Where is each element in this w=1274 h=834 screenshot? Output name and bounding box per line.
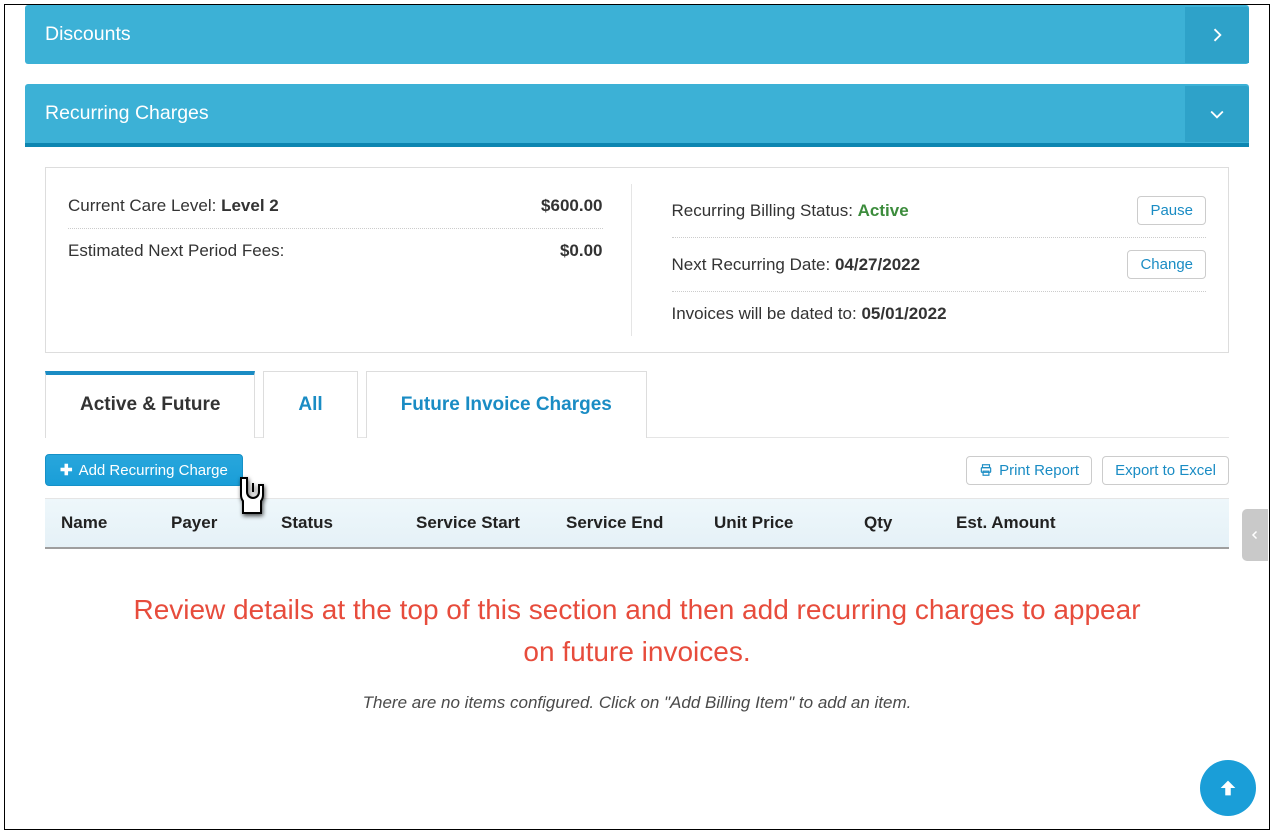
chevron-down-icon [1185, 86, 1249, 142]
scroll-top-fab[interactable] [1200, 760, 1256, 816]
next-date-row: Next Recurring Date: 04/27/2022 Change [672, 238, 1207, 292]
tab-active-future[interactable]: Active & Future [45, 371, 255, 438]
recurring-body: Current Care Level: Level 2 $600.00 Esti… [25, 143, 1249, 773]
export-excel-button[interactable]: Export to Excel [1102, 456, 1229, 485]
col-service-end: Service End [566, 513, 714, 533]
print-icon [979, 463, 993, 477]
col-payer: Payer [171, 513, 281, 533]
tab-future-invoice[interactable]: Future Invoice Charges [366, 371, 647, 438]
est-fees-label: Estimated Next Period Fees: [68, 241, 284, 261]
summary-right: Recurring Billing Status: Active Pause N… [672, 184, 1207, 336]
summary-box: Current Care Level: Level 2 $600.00 Esti… [45, 167, 1229, 353]
pause-button[interactable]: Pause [1137, 196, 1206, 225]
next-date-label: Next Recurring Date: 04/27/2022 [672, 255, 921, 275]
invoice-date-row: Invoices will be dated to: 05/01/2022 [672, 292, 1207, 336]
recurring-panel: Recurring Charges Current Care Level: Le… [25, 84, 1249, 773]
est-fees-row: Estimated Next Period Fees: $0.00 [68, 229, 603, 273]
discounts-title: Discounts [45, 23, 131, 46]
col-unit-price: Unit Price [714, 513, 864, 533]
invoice-date-label: Invoices will be dated to: 05/01/2022 [672, 304, 947, 324]
tabs: Active & Future All Future Invoice Charg… [45, 371, 1229, 438]
summary-left: Current Care Level: Level 2 $600.00 Esti… [68, 184, 632, 336]
care-level-label: Current Care Level: Level 2 [68, 196, 279, 216]
col-est-amount: Est. Amount [956, 513, 1213, 533]
care-level-row: Current Care Level: Level 2 $600.00 [68, 184, 603, 229]
plus-icon: ✚ [60, 461, 73, 479]
add-recurring-charge-button[interactable]: ✚ Add Recurring Charge [45, 454, 243, 486]
discounts-panel: Discounts [25, 5, 1249, 64]
tab-all[interactable]: All [263, 371, 357, 438]
col-qty: Qty [864, 513, 956, 533]
col-status: Status [281, 513, 416, 533]
chevron-right-icon [1185, 7, 1249, 63]
change-button[interactable]: Change [1127, 250, 1206, 279]
recurring-title: Recurring Charges [45, 102, 209, 125]
table-header: Name Payer Status Service Start Service … [45, 499, 1229, 549]
instruction-callout: Review details at the top of this sectio… [45, 549, 1229, 685]
recurring-header[interactable]: Recurring Charges [25, 84, 1249, 143]
billing-status-row: Recurring Billing Status: Active Pause [672, 184, 1207, 238]
est-fees-amount: $0.00 [560, 241, 603, 261]
print-report-button[interactable]: Print Report [966, 456, 1092, 485]
col-service-start: Service Start [416, 513, 566, 533]
discounts-header[interactable]: Discounts [25, 5, 1249, 64]
care-level-amount: $600.00 [541, 196, 602, 216]
side-tab[interactable] [1242, 509, 1268, 561]
billing-status-value: Active [858, 201, 909, 220]
col-name: Name [61, 513, 171, 533]
arrow-up-icon [1217, 777, 1239, 799]
actions-row: ✚ Add Recurring Charge Print Report Expo… [45, 438, 1229, 499]
billing-status-label: Recurring Billing Status: Active [672, 201, 909, 221]
no-items-message: There are no items configured. Click on … [45, 685, 1229, 753]
